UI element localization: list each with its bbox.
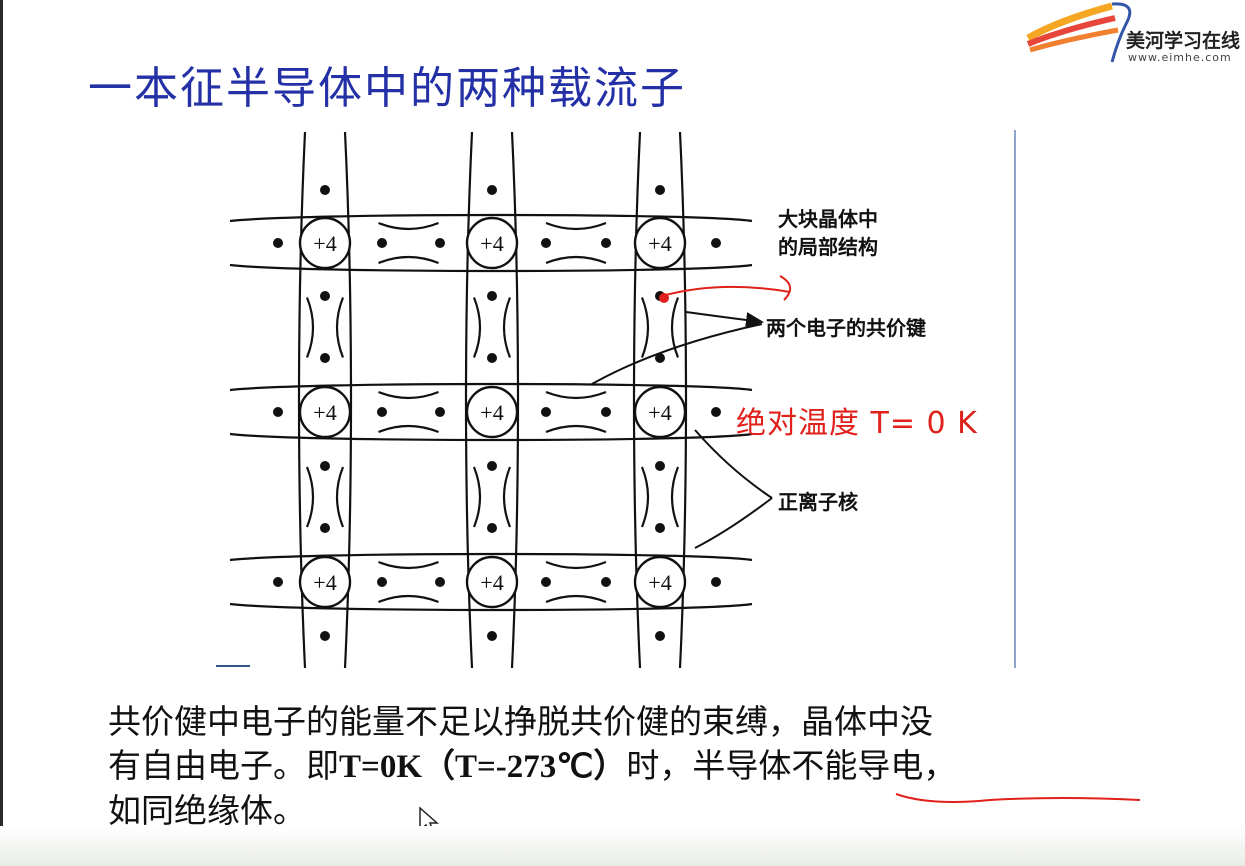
- slide: 美河学习在线 www.eimhe.com 一本征半导体中的两种载流子 +4 +4 +…: [0, 0, 1245, 866]
- ion-cores: +4 +4 +4 +4 +4 +4 +4 +4 +4: [298, 216, 687, 609]
- electron-dot: [711, 407, 721, 417]
- bond-pinch: [640, 466, 650, 528]
- electron-dot: [435, 238, 445, 248]
- body-line-2-e: ，: [923, 746, 957, 785]
- electron-dot: [320, 353, 330, 363]
- bond-pinch: [378, 221, 439, 231]
- ion-core-label: +4: [480, 231, 503, 256]
- bond-pinch: [378, 424, 439, 434]
- absolute-temperature-annotation: 绝对温度 T= 0 K: [736, 406, 978, 441]
- bond-pinch: [305, 466, 315, 528]
- body-line-2-c: 时，: [626, 746, 693, 785]
- electron-dot: [655, 461, 665, 471]
- bond-pinch: [545, 390, 607, 400]
- electron-dot: [377, 407, 387, 417]
- electron-dot: [435, 407, 445, 417]
- electron-dot: [273, 238, 283, 248]
- bond-pinch: [378, 560, 439, 570]
- electron-dot: [273, 577, 283, 587]
- ion-core-label: +4: [313, 231, 336, 256]
- bond-pinch: [545, 594, 607, 604]
- bond-pinch: [670, 466, 680, 528]
- electron-dot: [487, 523, 497, 533]
- electron-dot: [487, 631, 497, 641]
- body-line-2: 有自由电子。即T=0K（T=-273℃）时，半导体不能导电，: [108, 744, 1188, 789]
- bond-pinch: [545, 255, 607, 265]
- body-paragraph: 共价健中电子的能量不足以挣脱共价健的束缚，晶体中没 有自由电子。即T=0K（T=…: [108, 700, 1188, 833]
- electron-dot: [320, 461, 330, 471]
- ion-core-label: +4: [648, 400, 671, 425]
- ion-core-label: +4: [648, 231, 671, 256]
- electron-dot: [487, 291, 497, 301]
- electron-dot: [601, 238, 611, 248]
- caption-structure-line1: 大块晶体中: [778, 207, 878, 231]
- electron-dot: [377, 238, 387, 248]
- caption-ion-core: 正离子核: [778, 490, 858, 514]
- bottom-bar: [0, 826, 1245, 866]
- bond-pinch: [378, 390, 439, 400]
- electron-dot: [435, 577, 445, 587]
- electron-dot: [601, 577, 611, 587]
- electron-dot: [541, 407, 551, 417]
- bond-pinch: [502, 466, 512, 528]
- bond-pinch: [378, 594, 439, 604]
- electron-dot: [487, 353, 497, 363]
- bond-pinch: [472, 466, 482, 528]
- electron-dot: [655, 631, 665, 641]
- electron-dot: [320, 523, 330, 533]
- electron-dot: [273, 407, 283, 417]
- ion-core-label: +4: [313, 400, 336, 425]
- electron-dot: [487, 185, 497, 195]
- caption-structure-line2: 的局部结构: [778, 235, 878, 259]
- ion-core-label: +4: [648, 570, 671, 595]
- electron-dot: [487, 461, 497, 471]
- electron-dot: [320, 185, 330, 195]
- caption-covalent-bond: 两个电子的共价键: [766, 316, 926, 340]
- body-temperature-value: T=0K（T=-273℃）: [339, 749, 627, 785]
- bond-pinch: [502, 297, 512, 358]
- electron-dot: [711, 577, 721, 587]
- bond-pinch: [640, 297, 650, 358]
- body-cannot-conduct: 半导体不能导电: [692, 746, 924, 785]
- electron-dot: [711, 238, 721, 248]
- electron-dot: [377, 577, 387, 587]
- bond-pinch: [305, 297, 315, 358]
- electron-dot: [601, 407, 611, 417]
- ion-core-label: +4: [313, 570, 336, 595]
- electron-dot: [655, 185, 665, 195]
- bond-pinch: [378, 255, 439, 265]
- body-line-2-a: 有自由电子。即: [108, 746, 339, 785]
- bond-pinch: [545, 560, 607, 570]
- ion-core-label: +4: [480, 400, 503, 425]
- electron-dot: [320, 291, 330, 301]
- electron-dot: [320, 631, 330, 641]
- bond-pinch: [335, 466, 345, 528]
- body-line-1: 共价健中电子的能量不足以挣脱共价健的束缚，晶体中没: [108, 702, 933, 741]
- electron-dot: [655, 523, 665, 533]
- ion-core-label: +4: [480, 570, 503, 595]
- bond-pinch: [545, 221, 607, 231]
- electron-dot: [541, 577, 551, 587]
- electron-dot: [541, 238, 551, 248]
- bond-pinch: [472, 297, 482, 358]
- bond-pinch: [545, 424, 607, 434]
- bond-pinch: [335, 297, 345, 358]
